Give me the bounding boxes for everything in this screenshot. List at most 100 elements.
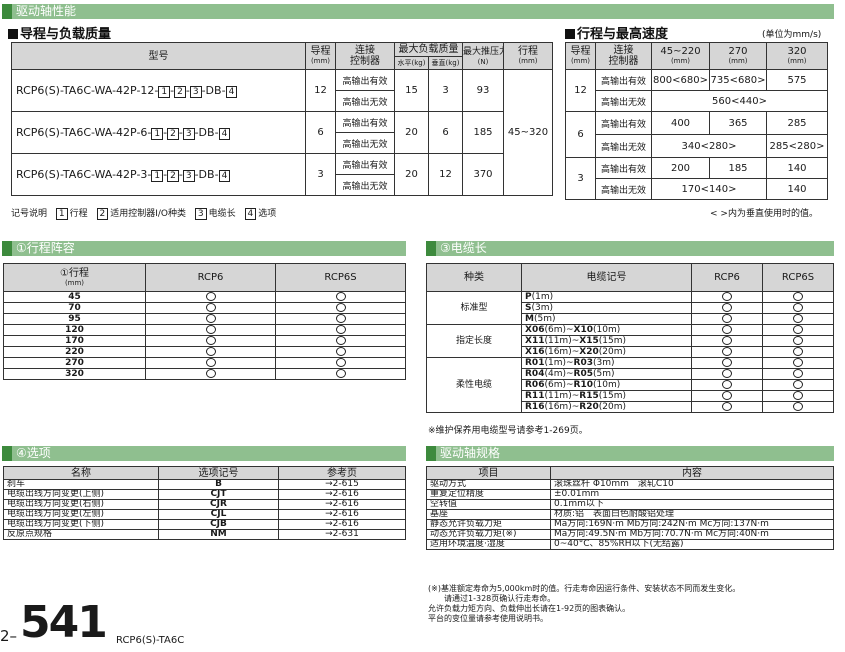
circle-mark-icon <box>335 325 346 334</box>
table-row: 刹车 B →2-615 <box>3 479 406 490</box>
speed-cell: 575 <box>766 69 828 91</box>
th-max-load: 最大负载质量 <box>394 42 463 57</box>
circle-mark-icon <box>335 336 346 345</box>
cable-code: R01(1m)~R03(3m) <box>521 357 692 369</box>
th-max-thrust: 最大推压力(N) <box>462 42 504 70</box>
cable-code: R11(11m)~R15(15m) <box>521 390 692 402</box>
circle-mark-icon <box>722 292 732 301</box>
cable-code: X16(16m)~X20(20m) <box>521 346 692 358</box>
speed-lead-3: 3 <box>565 157 596 200</box>
load-v-1: 3 <box>428 69 463 112</box>
page-link[interactable]: →2-615 <box>278 479 406 490</box>
cable-code: X11(11m)~X15(15m) <box>521 335 692 347</box>
th-stroke-45-220: 45~220 (mm) <box>651 42 710 70</box>
table-row: 空转值 0.1mm以下 <box>426 499 834 510</box>
table-row: 70 <box>3 302 406 314</box>
cable-type: 柔性电缆 <box>426 357 522 413</box>
model-row-3: RCP6(S)-TA6C-WA-42P-3- 1-2-3 -DB- 4 <box>11 153 306 196</box>
page-link[interactable]: →2-616 <box>278 519 406 530</box>
th-cable-code: 电缆记号 <box>521 263 692 292</box>
controller-1a: 高输出有效 <box>335 69 395 91</box>
controller-3b: 高输出无效 <box>335 174 395 196</box>
speed-table-title: 行程与最高速度 <box>565 23 668 42</box>
circle-mark-icon <box>793 358 803 367</box>
cable-code: R06(6m)~R10(10m) <box>521 379 692 391</box>
cable-type: 指定长度 <box>426 324 522 358</box>
table-row: 标准型 P(1m) <box>426 291 834 325</box>
square-bullet-icon <box>8 29 18 39</box>
speed-cell: 170<140> <box>651 178 767 200</box>
cable-section-bar: ③电缆长 <box>426 241 834 256</box>
page-link[interactable]: →2-631 <box>278 529 406 540</box>
page-link[interactable]: →2-616 <box>278 489 406 500</box>
stroke-speed-table: 导程 (mm) 连接 控制器 45~220 (mm) 270 (mm) 320 (mm) … <box>565 42 828 200</box>
circle-mark-icon <box>793 314 803 323</box>
circle-mark-icon <box>722 391 732 400</box>
page-link[interactable]: →2-616 <box>278 499 406 510</box>
circle-mark-icon <box>335 358 346 367</box>
lead-2: 6 <box>305 111 336 154</box>
section-title-bar: 驱动轴性能 <box>2 4 834 19</box>
lead-3: 3 <box>305 153 336 196</box>
circle-mark-icon <box>793 292 803 301</box>
circle-mark-icon <box>793 303 803 312</box>
thrust-2: 185 <box>462 111 504 154</box>
controller-2b: 高输出无效 <box>335 132 395 154</box>
speed-cell: 800<680> <box>651 69 710 91</box>
circle-mark-icon <box>335 303 346 312</box>
controller-1b: 高输出无效 <box>335 90 395 112</box>
speed-cell: 340<280> <box>651 134 767 158</box>
table-row: 320 <box>3 368 406 380</box>
circle-mark-icon <box>722 380 732 389</box>
th-rcp6s: RCP6S <box>762 263 834 292</box>
circle-mark-icon <box>205 336 216 345</box>
spec-section-bar: 驱动轴规格 <box>426 446 834 461</box>
footer-page-prefix: 2– <box>0 627 18 645</box>
option-section-bar: ④选项 <box>2 446 406 461</box>
circle-mark-icon <box>793 336 803 345</box>
table-row: 电缆出线方向变更(右侧) CJR →2-616 <box>3 499 406 510</box>
circle-mark-icon <box>722 314 732 323</box>
vertical-note: < >内为垂直使用时的值。 <box>710 209 818 219</box>
load-h-1: 15 <box>394 69 429 112</box>
main-table-title: 导程与负载质量 <box>8 23 111 42</box>
th-stroke-320: 320 (mm) <box>766 42 828 70</box>
model-row-1: RCP6(S)-TA6C-WA-42P-12- 1-2-3 -DB- 4 <box>11 69 306 112</box>
th-lead: 导程 (mm) <box>305 42 336 70</box>
circle-mark-icon <box>205 369 216 378</box>
circle-mark-icon <box>205 325 216 334</box>
symbol-legend: 记号说明 1 行程 2 适用控制器I/O种类 3 电缆长 4 选项 <box>11 208 277 220</box>
table-row: 静态允许负载力矩 Ma方向:169N·m Mb方向:242N·m Mc方向:137… <box>426 519 834 530</box>
speed-cell: 735<680> <box>709 69 767 91</box>
circle-mark-icon <box>205 347 216 356</box>
table-row: 45 <box>3 291 406 303</box>
th-vertical: 垂直(kg) <box>428 56 463 70</box>
table-row: 120 <box>3 324 406 336</box>
table-row: 动态允许负载力矩(※) Ma方向:49.5N·m Mb方向:70.7N·m Mc方… <box>426 529 834 540</box>
speed-cell: 285<280> <box>766 134 828 158</box>
cable-code: S(3m) <box>521 302 692 314</box>
table-row: 270 <box>3 357 406 369</box>
speed-lead-6: 6 <box>565 111 596 158</box>
th-controller: 连接 控制器 <box>595 42 652 70</box>
stroke-section-bar: ①行程阵容 <box>2 241 406 256</box>
cable-note: ※维护保养用电缆型号请参考1-269页。 <box>428 426 588 436</box>
circle-mark-icon <box>722 336 732 345</box>
table-row: 220 <box>3 346 406 358</box>
th-option-code: 选项记号 <box>158 466 279 480</box>
table-row: 反原点规格 NM →2-631 <box>3 529 406 540</box>
cable-length-table: 种类 电缆记号 RCP6 RCP6S 标准型 P(1m) S(3m) M(5m) 指定长… <box>426 263 834 413</box>
th-controller: 连接 控制器 <box>335 42 395 70</box>
table-row: 电缆出线方向变更(左侧) CJL →2-616 <box>3 509 406 520</box>
circle-mark-icon <box>722 347 732 356</box>
circle-mark-icon <box>205 292 216 301</box>
page-link[interactable]: →2-616 <box>278 509 406 520</box>
circle-mark-icon <box>335 369 346 378</box>
cable-code: X06(6m)~X10(10m) <box>521 324 692 336</box>
load-v-2: 6 <box>428 111 463 154</box>
circle-mark-icon <box>722 369 732 378</box>
cable-code: P(1m) <box>521 291 692 303</box>
thrust-3: 370 <box>462 153 504 196</box>
speed-cell: 560<440> <box>651 90 828 112</box>
table-row: 电缆出线方向变更(上侧) CJT →2-616 <box>3 489 406 500</box>
